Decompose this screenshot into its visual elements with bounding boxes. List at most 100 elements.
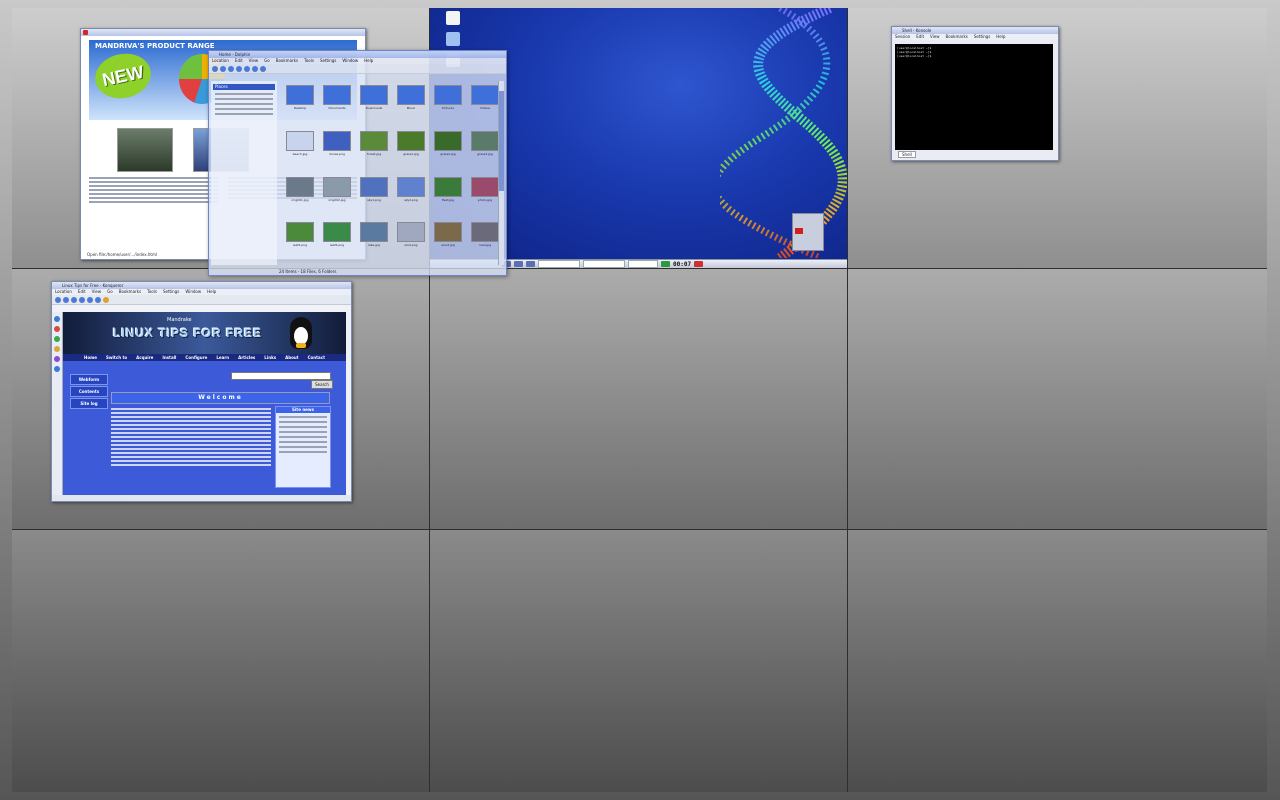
konqueror-window[interactable]: Linux Tips for Free - Konqueror Location… bbox=[51, 281, 352, 502]
window-titlebar[interactable]: Shell - Konsole bbox=[892, 27, 1058, 34]
side-menu-item[interactable]: Contents bbox=[70, 386, 108, 397]
window-titlebar[interactable]: Linux Tips for Free - Konqueror bbox=[52, 282, 351, 289]
file-item[interactable]: Music bbox=[396, 85, 426, 124]
vertical-scrollbar[interactable] bbox=[498, 81, 504, 265]
file-item[interactable]: forest.jpg bbox=[359, 130, 389, 170]
menu-bookmarks[interactable]: Bookmarks bbox=[119, 289, 141, 295]
file-item[interactable]: sky2.png bbox=[396, 176, 426, 216]
nav-configure[interactable]: Configure bbox=[185, 354, 207, 361]
window-titlebar[interactable] bbox=[81, 29, 365, 36]
panel-clock[interactable]: 00:07 bbox=[673, 261, 691, 268]
taskbar-item[interactable] bbox=[538, 260, 580, 268]
menu-tools[interactable]: Tools bbox=[147, 289, 157, 295]
file-manager-window[interactable]: Home - Dolphin Location Edit View Go Boo… bbox=[208, 50, 507, 276]
file-item[interactable]: Videos bbox=[470, 85, 500, 124]
nav-switch-to[interactable]: Switch to bbox=[106, 354, 127, 361]
menu-view[interactable]: View bbox=[249, 58, 259, 64]
nav-learn[interactable]: Learn bbox=[216, 354, 229, 361]
home-folder-icon[interactable] bbox=[446, 11, 460, 25]
file-item[interactable]: grass1.jpg bbox=[396, 130, 426, 170]
menu-bookmarks[interactable]: Bookmarks bbox=[946, 34, 968, 40]
forward-icon[interactable] bbox=[220, 65, 226, 72]
home-folder-icon[interactable] bbox=[54, 336, 60, 342]
back-icon[interactable] bbox=[212, 65, 218, 72]
home-icon[interactable] bbox=[244, 65, 250, 72]
file-item[interactable]: Desktop bbox=[285, 85, 315, 124]
file-item[interactable]: grass3.jpg bbox=[470, 130, 500, 170]
nav-contact[interactable]: Contact bbox=[308, 354, 325, 361]
side-menu-item[interactable]: Site log bbox=[70, 398, 108, 409]
menu-session[interactable]: Session bbox=[895, 34, 910, 40]
bookmark-icon[interactable] bbox=[103, 296, 109, 303]
reload-icon[interactable] bbox=[79, 296, 85, 303]
file-item[interactable]: leaf2.png bbox=[322, 222, 352, 261]
root-folder-icon[interactable] bbox=[54, 366, 60, 372]
up-icon[interactable] bbox=[71, 296, 77, 303]
side-menu-item[interactable]: Webform bbox=[70, 374, 108, 385]
menu-edit[interactable]: Edit bbox=[78, 289, 86, 295]
file-item[interactable]: lake.jpg bbox=[359, 222, 389, 261]
file-item[interactable]: Pictures bbox=[433, 85, 463, 124]
file-item[interactable]: Documents bbox=[322, 85, 352, 124]
desktop-6[interactable] bbox=[848, 269, 1267, 530]
menu-window[interactable]: Window bbox=[342, 58, 358, 64]
menu-window[interactable]: Window bbox=[185, 289, 201, 295]
file-item[interactable]: dunes.png bbox=[322, 130, 352, 170]
network-icon[interactable] bbox=[54, 346, 60, 352]
stop-icon[interactable] bbox=[87, 296, 93, 303]
menu-settings[interactable]: Settings bbox=[974, 34, 990, 40]
menu-view[interactable]: View bbox=[930, 34, 940, 40]
show-desktop-button[interactable] bbox=[514, 261, 523, 267]
nav-about[interactable]: About bbox=[285, 354, 298, 361]
menu-tools[interactable]: Tools bbox=[304, 58, 314, 64]
desktop-9[interactable] bbox=[848, 530, 1267, 792]
nav-articles[interactable]: Articles bbox=[238, 354, 255, 361]
file-item[interactable]: Downloads bbox=[359, 85, 389, 124]
window-titlebar[interactable]: Home - Dolphin bbox=[209, 51, 506, 58]
menu-help[interactable]: Help bbox=[207, 289, 216, 295]
zoom-out-icon[interactable] bbox=[260, 65, 266, 72]
web-page[interactable]: Mandrake LINUX TIPS FOR FREE Home Switch… bbox=[63, 312, 346, 495]
pager-button[interactable] bbox=[526, 261, 535, 267]
menu-go[interactable]: Go bbox=[107, 289, 113, 295]
desktop-7[interactable] bbox=[12, 530, 430, 792]
taskbar-item[interactable] bbox=[583, 260, 625, 268]
terminal-tab[interactable]: Shell bbox=[898, 151, 916, 158]
file-item[interactable]: photo.jpg bbox=[470, 176, 500, 216]
menu-help[interactable]: Help bbox=[996, 34, 1005, 40]
file-item[interactable]: wood.jpg bbox=[433, 222, 463, 261]
file-item[interactable]: img002.jpg bbox=[322, 176, 352, 216]
menu-edit[interactable]: Edit bbox=[235, 58, 243, 64]
nav-home[interactable]: Home bbox=[84, 354, 97, 361]
menu-location[interactable]: Location bbox=[212, 58, 229, 64]
back-icon[interactable] bbox=[55, 296, 61, 303]
nav-acquire[interactable]: Acquire bbox=[136, 354, 153, 361]
file-item[interactable]: shot.png bbox=[396, 222, 426, 261]
menu-help[interactable]: Help bbox=[364, 58, 373, 64]
panel-popup-applet[interactable] bbox=[792, 213, 824, 251]
tray-icon[interactable] bbox=[694, 261, 704, 267]
site-search-input[interactable] bbox=[231, 372, 331, 380]
menu-go[interactable]: Go bbox=[264, 58, 270, 64]
file-item[interactable]: grass2.jpg bbox=[433, 130, 463, 170]
computer-icon[interactable] bbox=[446, 32, 460, 46]
forward-icon[interactable] bbox=[63, 296, 69, 303]
menu-location[interactable]: Location bbox=[55, 289, 72, 295]
history-icon[interactable] bbox=[54, 326, 60, 332]
zoom-in-icon[interactable] bbox=[252, 65, 258, 72]
menu-edit[interactable]: Edit bbox=[916, 34, 924, 40]
terminal-window[interactable]: Shell - Konsole Session Edit View Bookma… bbox=[891, 26, 1059, 161]
file-item[interactable]: leaf1.png bbox=[285, 222, 315, 261]
services-icon[interactable] bbox=[54, 356, 60, 362]
home-icon[interactable] bbox=[95, 296, 101, 303]
file-item[interactable]: field.jpg bbox=[433, 176, 463, 216]
file-item[interactable]: img001.jpg bbox=[285, 176, 315, 216]
file-item[interactable]: beach.jpg bbox=[285, 130, 315, 170]
file-item[interactable]: sky1.png bbox=[359, 176, 389, 216]
tray-icon[interactable] bbox=[661, 261, 670, 267]
taskbar-item[interactable] bbox=[628, 260, 658, 268]
menu-bookmarks[interactable]: Bookmarks bbox=[276, 58, 298, 64]
bookmarks-icon[interactable] bbox=[54, 316, 60, 322]
nav-links[interactable]: Links bbox=[264, 354, 276, 361]
up-icon[interactable] bbox=[228, 65, 234, 72]
